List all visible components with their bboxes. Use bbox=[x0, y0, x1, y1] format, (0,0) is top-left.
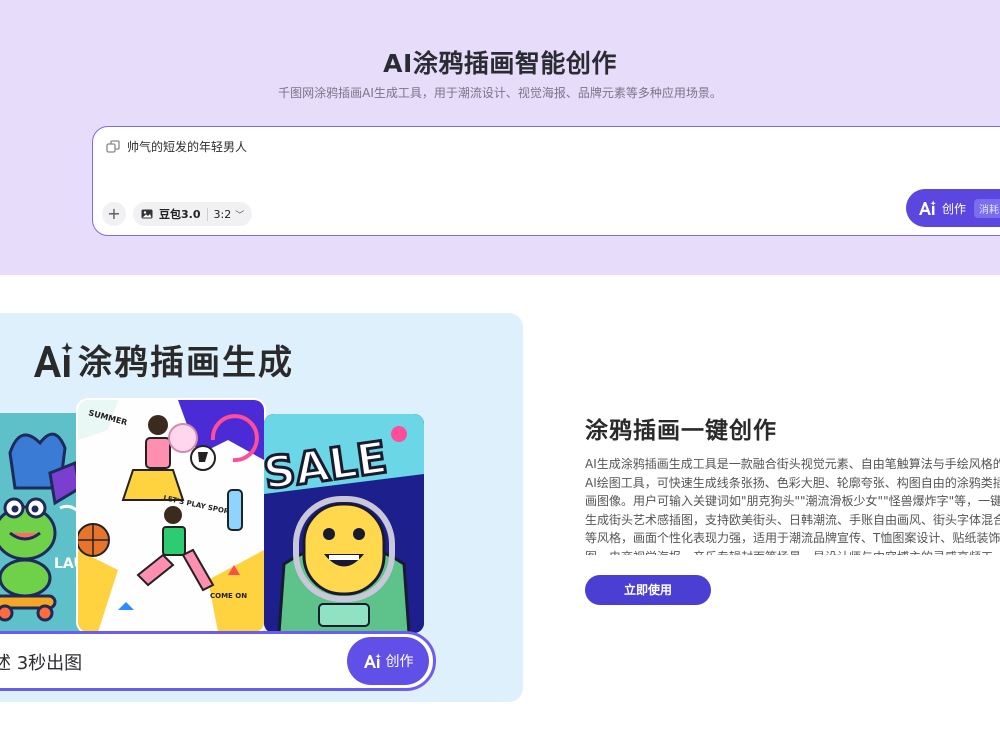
image-icon bbox=[141, 209, 153, 219]
cost-badge: 消耗1 bbox=[974, 198, 1000, 218]
astronaut-illustration: SALE bbox=[264, 414, 424, 633]
ratio-selector[interactable]: 3:2 ﹀ bbox=[206, 207, 245, 221]
art-text-comeon: COME ON bbox=[210, 592, 247, 600]
feature-description: AI生成涂鸦插画生成工具是一款融合街头视觉元素、自由笔触算法与手绘风格的AI绘图… bbox=[585, 457, 1000, 555]
hero-subtitle: 千图网涂鸦插画AI生成工具，用于潮流设计、视觉海报、品牌元素等多种应用场景。 bbox=[278, 86, 722, 100]
prompt-text[interactable]: 帅气的短发的年轻男人 bbox=[127, 138, 247, 155]
card-title-text: 涂鸦插画生成 bbox=[78, 343, 294, 383]
card-title: 涂鸦插画生成 bbox=[32, 335, 294, 384]
ai-logo-icon bbox=[363, 653, 381, 668]
prompt-input-box[interactable]: 帅气的短发的年轻男人 + 豆包3.0 3:2 ﹀ 创作 消耗1 bbox=[92, 126, 1000, 236]
model-selector[interactable]: 豆包3.0 3:2 ﹀ bbox=[133, 202, 253, 226]
sports-illustration: SUMMER LET'S PLAY SPORTS COME ON bbox=[78, 400, 264, 632]
create-button[interactable]: 创作 消耗1 bbox=[906, 189, 1000, 227]
card-create-label: 创作 bbox=[385, 654, 414, 670]
add-button[interactable]: + bbox=[102, 202, 126, 226]
model-name: 豆包3.0 bbox=[159, 208, 201, 221]
use-now-button[interactable]: 立即使用 bbox=[585, 575, 711, 605]
card-prompt-text[interactable]: 述 3秒出图 bbox=[0, 649, 82, 675]
showcase-card: 涂鸦插画生成 LAU SUMMER LET'S PLAY SPORTS COME… bbox=[0, 313, 523, 702]
ratio-value: 3:2 bbox=[213, 207, 232, 221]
feature-title: 涂鸦插画一键创作 bbox=[585, 418, 777, 444]
hero-title: AI涂鸦插画智能创作 bbox=[383, 49, 617, 78]
card-create-button[interactable]: 创作 bbox=[347, 637, 429, 685]
ai-logo-icon bbox=[919, 200, 936, 215]
ai-logo-icon bbox=[34, 341, 73, 377]
card-prompt-input[interactable]: 述 3秒出图 创作 bbox=[0, 631, 436, 691]
create-label: 创作 bbox=[942, 201, 967, 216]
artwork-astronaut-image: SALE bbox=[264, 414, 424, 633]
chevron-down-icon: ﹀ bbox=[235, 210, 245, 221]
artwork-sports-image: SUMMER LET'S PLAY SPORTS COME ON bbox=[78, 400, 264, 632]
prompt-edit-icon bbox=[106, 140, 120, 153]
hero-section: AI涂鸦插画智能创作 千图网涂鸦插画AI生成工具，用于潮流设计、视觉海报、品牌元… bbox=[0, 0, 1000, 275]
